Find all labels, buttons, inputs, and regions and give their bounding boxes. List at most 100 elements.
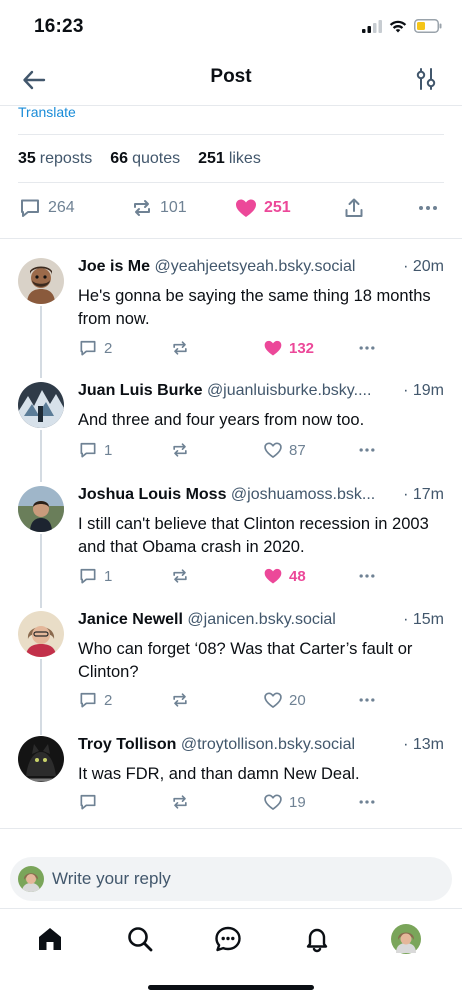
more-dots-icon	[359, 448, 375, 452]
reply-text: And three and four years from now too.	[78, 411, 365, 429]
tab-search[interactable]	[124, 923, 156, 955]
chat-icon	[215, 926, 241, 952]
notifications-icon	[306, 928, 328, 953]
profile-avatar	[391, 924, 421, 954]
post-time: · 19m	[399, 382, 444, 400]
divider	[18, 182, 444, 183]
avatar[interactable]	[18, 382, 64, 428]
tab-home[interactable]	[34, 923, 66, 955]
reply-icon	[21, 199, 39, 217]
author-name[interactable]: Juan Luis Burke	[78, 382, 202, 399]
reply-button[interactable]: 264	[18, 196, 75, 220]
repost-button[interactable]	[170, 338, 190, 358]
reply-header: Juan Luis Burke @juanluisburke.bsky....	[78, 382, 444, 400]
battery-icon	[414, 19, 442, 33]
avatar[interactable]	[18, 611, 64, 657]
author-name[interactable]: Joshua Louis Moss	[78, 486, 226, 503]
author-handle[interactable]: @juanluisburke.bsky....	[207, 382, 371, 399]
more-options-button[interactable]	[356, 440, 378, 460]
reply-icon	[80, 692, 96, 708]
reply-button[interactable]: 2	[78, 690, 112, 710]
reply-button[interactable]	[78, 792, 104, 812]
author-name[interactable]: Janice Newell	[78, 611, 183, 628]
reply-button[interactable]: 1	[78, 440, 112, 460]
reply-count: 2	[104, 691, 113, 709]
post-header: Post	[0, 54, 462, 106]
repost-icon	[173, 443, 187, 457]
reply-icon	[80, 568, 96, 584]
author-handle[interactable]: @troytollison.bsky.social	[181, 736, 355, 753]
like-button[interactable]: 251	[234, 196, 291, 220]
tab-chat[interactable]	[212, 923, 244, 955]
tab-profile[interactable]	[390, 923, 422, 955]
reply-header: Troy Tollison @troytollison.bsky.social	[78, 736, 444, 754]
section-divider	[0, 238, 462, 239]
avatar[interactable]	[18, 486, 64, 532]
share-button[interactable]	[342, 196, 366, 220]
repost-icon	[173, 795, 187, 809]
more-dots-icon	[359, 800, 375, 804]
more-options-button[interactable]	[356, 338, 378, 358]
avatar	[18, 866, 44, 892]
author-handle[interactable]: @joshuamoss.bsk...	[231, 486, 375, 503]
like-button[interactable]: 48	[263, 566, 306, 586]
tab-notifications[interactable]	[301, 923, 333, 955]
like-count: 251	[264, 199, 291, 216]
reply-composer[interactable]: Write your reply	[10, 857, 452, 901]
share-icon	[345, 198, 363, 217]
like-button[interactable]: 19	[263, 792, 306, 812]
author-name[interactable]: Joe is Me	[78, 258, 150, 275]
more-options-button[interactable]	[356, 690, 378, 710]
section-divider	[0, 828, 462, 829]
thread-connector	[40, 534, 42, 608]
reply-action-bar: 1 48	[78, 566, 398, 588]
more-dots-icon	[419, 206, 437, 210]
divider	[18, 134, 444, 135]
repost-button[interactable]: 101	[130, 196, 187, 220]
likes-stat[interactable]: 251 likes	[198, 150, 261, 168]
repost-button[interactable]	[170, 566, 190, 586]
reply-text: It was FDR, and than damn New Deal.	[78, 765, 360, 783]
post-action-bar: 264 101 251	[18, 196, 444, 224]
translate-link[interactable]: Translate	[18, 104, 76, 120]
status-icons	[362, 19, 442, 33]
reply-text: I still can't believe that Clinton reces…	[78, 515, 429, 556]
reply-header: Joshua Louis Moss @joshuamoss.bsk...	[78, 486, 444, 504]
reply-header: Janice Newell @janicen.bsky.social	[78, 611, 444, 629]
wifi-icon	[389, 20, 407, 32]
reply-text: He's gonna be saying the same thing 18 m…	[78, 287, 431, 328]
reposts-stat[interactable]: 35 reposts	[18, 150, 92, 168]
more-options-button[interactable]	[356, 792, 378, 812]
repost-button[interactable]	[170, 440, 190, 460]
avatar[interactable]	[18, 736, 64, 782]
post-time: · 15m	[399, 611, 444, 629]
more-options-button[interactable]	[416, 196, 440, 220]
like-button[interactable]: 132	[263, 338, 314, 358]
repost-button[interactable]	[170, 792, 190, 812]
reply-count: 1	[104, 567, 113, 585]
like-button[interactable]: 87	[263, 440, 306, 460]
repost-button[interactable]	[170, 690, 190, 710]
heart-outline-icon	[264, 794, 282, 810]
avatar[interactable]	[18, 258, 64, 304]
thread-connector	[40, 659, 42, 735]
author-handle[interactable]: @janicen.bsky.social	[187, 611, 335, 628]
author-handle[interactable]: @yeahjeetsyeah.bsky.social	[154, 258, 355, 275]
repost-icon	[134, 200, 150, 216]
post-time: · 20m	[399, 258, 444, 276]
author-name[interactable]: Troy Tollison	[78, 736, 176, 753]
heart-filled-icon	[236, 199, 256, 217]
reply-input[interactable]: Write your reply	[52, 857, 171, 901]
quotes-stat[interactable]: 66 quotes	[110, 150, 180, 168]
reply-button[interactable]: 1	[78, 566, 112, 586]
thread-settings-button[interactable]	[414, 66, 438, 92]
more-options-button[interactable]	[356, 566, 378, 586]
reply-count: 2	[104, 339, 113, 357]
reply-button[interactable]: 2	[78, 338, 112, 358]
like-button[interactable]: 20	[263, 690, 306, 710]
reply-count: 1	[104, 441, 113, 459]
post-time: · 13m	[399, 736, 444, 754]
status-time: 16:23	[34, 16, 84, 37]
status-bar: 16:23	[0, 0, 462, 54]
reply-action-bar: 2 20	[78, 690, 398, 712]
